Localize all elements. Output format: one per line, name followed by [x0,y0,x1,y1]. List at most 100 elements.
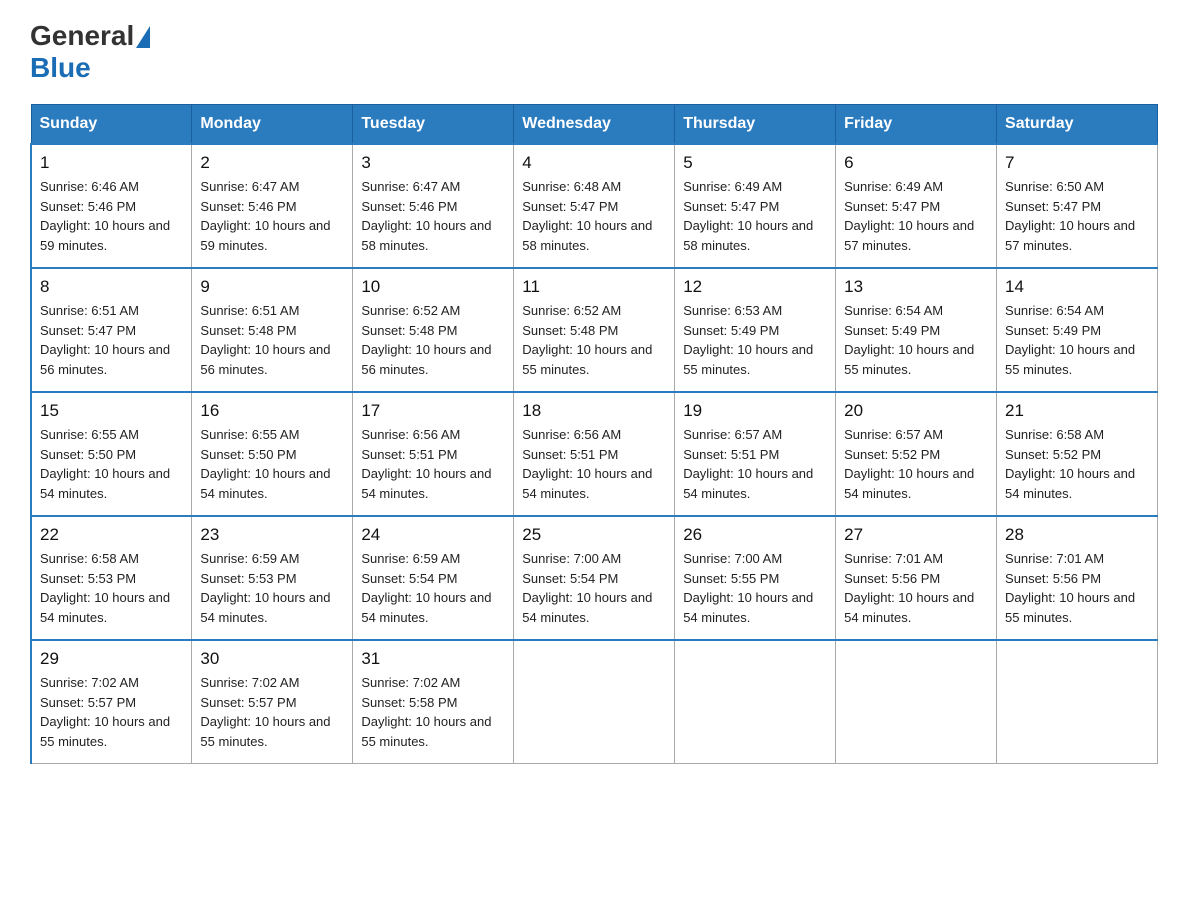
calendar-cell: 19 Sunrise: 6:57 AM Sunset: 5:51 PM Dayl… [675,392,836,516]
day-number: 28 [1005,525,1149,545]
day-info: Sunrise: 6:48 AM Sunset: 5:47 PM Dayligh… [522,177,666,255]
calendar-cell: 31 Sunrise: 7:02 AM Sunset: 5:58 PM Dayl… [353,640,514,764]
calendar-cell: 13 Sunrise: 6:54 AM Sunset: 5:49 PM Dayl… [836,268,997,392]
day-number: 12 [683,277,827,297]
day-number: 7 [1005,153,1149,173]
calendar-cell: 4 Sunrise: 6:48 AM Sunset: 5:47 PM Dayli… [514,144,675,268]
day-number: 9 [200,277,344,297]
calendar-week-row: 8 Sunrise: 6:51 AM Sunset: 5:47 PM Dayli… [31,268,1158,392]
day-number: 24 [361,525,505,545]
day-info: Sunrise: 6:51 AM Sunset: 5:47 PM Dayligh… [40,301,183,379]
calendar-cell: 25 Sunrise: 7:00 AM Sunset: 5:54 PM Dayl… [514,516,675,640]
day-number: 30 [200,649,344,669]
day-number: 26 [683,525,827,545]
calendar-cell: 7 Sunrise: 6:50 AM Sunset: 5:47 PM Dayli… [997,144,1158,268]
calendar-cell: 11 Sunrise: 6:52 AM Sunset: 5:48 PM Dayl… [514,268,675,392]
day-info: Sunrise: 6:51 AM Sunset: 5:48 PM Dayligh… [200,301,344,379]
calendar-cell: 10 Sunrise: 6:52 AM Sunset: 5:48 PM Dayl… [353,268,514,392]
day-info: Sunrise: 6:52 AM Sunset: 5:48 PM Dayligh… [522,301,666,379]
calendar-cell: 18 Sunrise: 6:56 AM Sunset: 5:51 PM Dayl… [514,392,675,516]
day-info: Sunrise: 6:54 AM Sunset: 5:49 PM Dayligh… [1005,301,1149,379]
day-number: 21 [1005,401,1149,421]
day-number: 15 [40,401,183,421]
day-number: 16 [200,401,344,421]
day-info: Sunrise: 7:00 AM Sunset: 5:55 PM Dayligh… [683,549,827,627]
day-number: 17 [361,401,505,421]
page-header: General Blue [30,20,1158,84]
calendar-cell: 22 Sunrise: 6:58 AM Sunset: 5:53 PM Dayl… [31,516,192,640]
day-info: Sunrise: 6:59 AM Sunset: 5:53 PM Dayligh… [200,549,344,627]
calendar-cell: 5 Sunrise: 6:49 AM Sunset: 5:47 PM Dayli… [675,144,836,268]
calendar-week-row: 1 Sunrise: 6:46 AM Sunset: 5:46 PM Dayli… [31,144,1158,268]
day-number: 13 [844,277,988,297]
calendar-cell [675,640,836,764]
day-info: Sunrise: 7:01 AM Sunset: 5:56 PM Dayligh… [1005,549,1149,627]
day-info: Sunrise: 6:47 AM Sunset: 5:46 PM Dayligh… [361,177,505,255]
day-info: Sunrise: 6:46 AM Sunset: 5:46 PM Dayligh… [40,177,183,255]
calendar-table: SundayMondayTuesdayWednesdayThursdayFrid… [30,104,1158,764]
day-number: 20 [844,401,988,421]
calendar-cell: 9 Sunrise: 6:51 AM Sunset: 5:48 PM Dayli… [192,268,353,392]
calendar-cell: 12 Sunrise: 6:53 AM Sunset: 5:49 PM Dayl… [675,268,836,392]
day-info: Sunrise: 6:55 AM Sunset: 5:50 PM Dayligh… [40,425,183,503]
calendar-cell: 15 Sunrise: 6:55 AM Sunset: 5:50 PM Dayl… [31,392,192,516]
column-header-thursday: Thursday [675,105,836,145]
day-number: 19 [683,401,827,421]
day-number: 29 [40,649,183,669]
calendar-cell: 23 Sunrise: 6:59 AM Sunset: 5:53 PM Dayl… [192,516,353,640]
day-info: Sunrise: 6:56 AM Sunset: 5:51 PM Dayligh… [361,425,505,503]
calendar-cell: 28 Sunrise: 7:01 AM Sunset: 5:56 PM Dayl… [997,516,1158,640]
calendar-cell: 8 Sunrise: 6:51 AM Sunset: 5:47 PM Dayli… [31,268,192,392]
calendar-week-row: 29 Sunrise: 7:02 AM Sunset: 5:57 PM Dayl… [31,640,1158,764]
day-number: 8 [40,277,183,297]
day-number: 4 [522,153,666,173]
day-number: 1 [40,153,183,173]
day-info: Sunrise: 6:58 AM Sunset: 5:53 PM Dayligh… [40,549,183,627]
column-header-sunday: Sunday [31,105,192,145]
day-info: Sunrise: 6:49 AM Sunset: 5:47 PM Dayligh… [683,177,827,255]
calendar-cell: 14 Sunrise: 6:54 AM Sunset: 5:49 PM Dayl… [997,268,1158,392]
day-info: Sunrise: 6:57 AM Sunset: 5:51 PM Dayligh… [683,425,827,503]
logo-blue-text: Blue [30,52,91,84]
day-info: Sunrise: 6:55 AM Sunset: 5:50 PM Dayligh… [200,425,344,503]
calendar-cell: 26 Sunrise: 7:00 AM Sunset: 5:55 PM Dayl… [675,516,836,640]
day-number: 23 [200,525,344,545]
calendar-cell: 24 Sunrise: 6:59 AM Sunset: 5:54 PM Dayl… [353,516,514,640]
calendar-cell: 17 Sunrise: 6:56 AM Sunset: 5:51 PM Dayl… [353,392,514,516]
day-number: 10 [361,277,505,297]
day-info: Sunrise: 7:02 AM Sunset: 5:57 PM Dayligh… [200,673,344,751]
day-info: Sunrise: 6:53 AM Sunset: 5:49 PM Dayligh… [683,301,827,379]
logo-triangle-icon [136,26,150,48]
day-info: Sunrise: 6:49 AM Sunset: 5:47 PM Dayligh… [844,177,988,255]
calendar-cell: 29 Sunrise: 7:02 AM Sunset: 5:57 PM Dayl… [31,640,192,764]
day-info: Sunrise: 6:54 AM Sunset: 5:49 PM Dayligh… [844,301,988,379]
day-number: 27 [844,525,988,545]
day-info: Sunrise: 6:58 AM Sunset: 5:52 PM Dayligh… [1005,425,1149,503]
calendar-cell: 21 Sunrise: 6:58 AM Sunset: 5:52 PM Dayl… [997,392,1158,516]
day-number: 11 [522,277,666,297]
calendar-cell: 2 Sunrise: 6:47 AM Sunset: 5:46 PM Dayli… [192,144,353,268]
calendar-header-row: SundayMondayTuesdayWednesdayThursdayFrid… [31,105,1158,145]
day-info: Sunrise: 6:47 AM Sunset: 5:46 PM Dayligh… [200,177,344,255]
day-info: Sunrise: 7:02 AM Sunset: 5:58 PM Dayligh… [361,673,505,751]
day-number: 2 [200,153,344,173]
calendar-week-row: 22 Sunrise: 6:58 AM Sunset: 5:53 PM Dayl… [31,516,1158,640]
day-info: Sunrise: 6:52 AM Sunset: 5:48 PM Dayligh… [361,301,505,379]
calendar-cell: 16 Sunrise: 6:55 AM Sunset: 5:50 PM Dayl… [192,392,353,516]
day-info: Sunrise: 7:00 AM Sunset: 5:54 PM Dayligh… [522,549,666,627]
column-header-friday: Friday [836,105,997,145]
calendar-cell: 27 Sunrise: 7:01 AM Sunset: 5:56 PM Dayl… [836,516,997,640]
calendar-cell: 6 Sunrise: 6:49 AM Sunset: 5:47 PM Dayli… [836,144,997,268]
day-number: 25 [522,525,666,545]
day-info: Sunrise: 7:01 AM Sunset: 5:56 PM Dayligh… [844,549,988,627]
day-number: 3 [361,153,505,173]
column-header-monday: Monday [192,105,353,145]
day-number: 18 [522,401,666,421]
day-number: 14 [1005,277,1149,297]
day-info: Sunrise: 6:57 AM Sunset: 5:52 PM Dayligh… [844,425,988,503]
day-number: 5 [683,153,827,173]
calendar-cell: 30 Sunrise: 7:02 AM Sunset: 5:57 PM Dayl… [192,640,353,764]
day-info: Sunrise: 6:59 AM Sunset: 5:54 PM Dayligh… [361,549,505,627]
day-info: Sunrise: 7:02 AM Sunset: 5:57 PM Dayligh… [40,673,183,751]
column-header-tuesday: Tuesday [353,105,514,145]
